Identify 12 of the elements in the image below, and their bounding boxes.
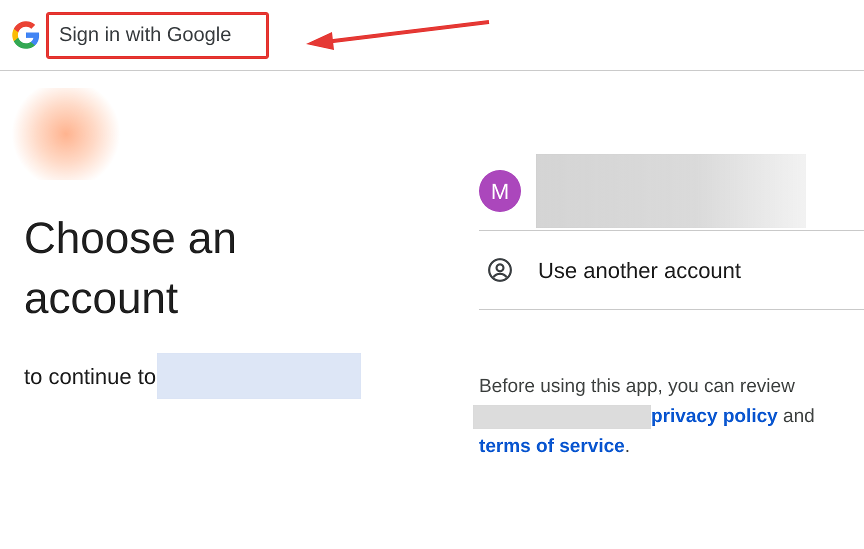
avatar: M [479, 170, 521, 212]
account-item[interactable]: M [479, 152, 864, 230]
heading: Choose an account [24, 213, 238, 325]
page-title: Sign in with Google [59, 23, 232, 48]
subtitle: to continue to [24, 362, 156, 390]
consent-text: Before using this app, you can review privacy policy and terms of service. [473, 372, 853, 462]
use-another-account-label: Use another account [538, 256, 742, 284]
google-logo-icon [11, 20, 41, 50]
terms-of-service-link[interactable]: terms of service [479, 436, 625, 457]
privacy-policy-link[interactable]: privacy policy [651, 406, 778, 427]
use-another-account-item[interactable]: Use another account [479, 230, 864, 309]
account-circle-icon [487, 257, 513, 283]
